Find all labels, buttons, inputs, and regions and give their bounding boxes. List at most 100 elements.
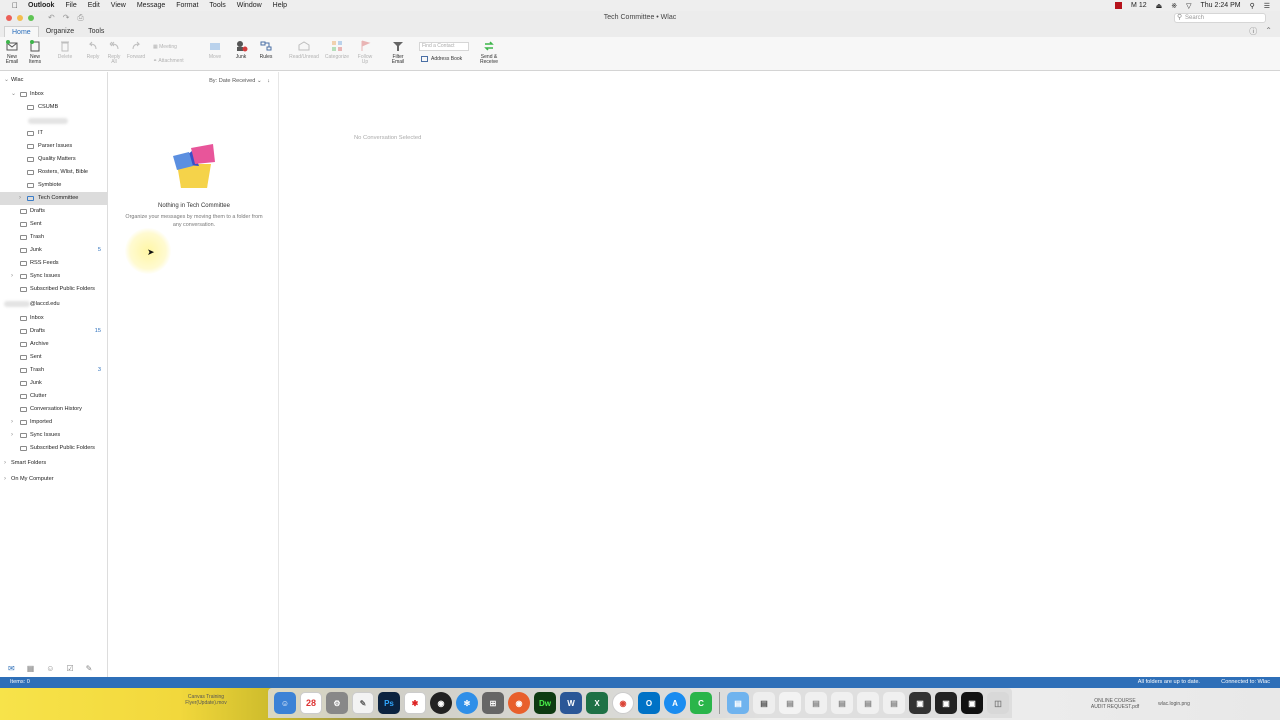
move-button[interactable]: Move — [205, 39, 225, 60]
document-stack-icon-3[interactable]: ▤ — [805, 692, 827, 714]
reply-button[interactable]: Reply — [84, 39, 102, 60]
status-flag-icon[interactable] — [1115, 2, 1123, 9]
document-stack-icon-6[interactable]: ▤ — [883, 692, 905, 714]
document-stack-icon-5[interactable]: ▤ — [857, 692, 879, 714]
desktop-file-wlac-login[interactable]: wlac.login.png — [1148, 701, 1200, 707]
mail-icon[interactable]: ✉ — [8, 664, 15, 673]
document-stack-icon[interactable]: ▤ — [753, 692, 775, 714]
chrome-icon[interactable]: ◉ — [612, 692, 634, 714]
menu-edit[interactable]: Edit — [88, 2, 100, 9]
app-store-icon[interactable]: A — [664, 692, 686, 714]
firefox-icon[interactable]: ◉ — [508, 692, 530, 714]
address-book-button[interactable]: Address Book — [421, 56, 462, 62]
finder-icon[interactable]: ☺ — [274, 692, 296, 714]
menu-window[interactable]: Window — [237, 2, 262, 9]
notes-icon[interactable]: ✎ — [86, 664, 93, 673]
camera-app-icon[interactable]: ◉ — [430, 692, 452, 714]
zoom-window-icon[interactable] — [28, 15, 34, 21]
notification-center-icon[interactable]: ☰ — [1264, 2, 1270, 10]
sidebar-item-rosters[interactable]: Rosters, Wlist, Bible — [0, 166, 107, 179]
chevron-right-icon[interactable]: › — [11, 270, 13, 283]
sidebar-item-parser-issues[interactable]: Parser Issues — [0, 140, 107, 153]
safari-icon[interactable]: ✻ — [456, 692, 478, 714]
sort-direction-icon[interactable]: ↓ — [267, 78, 270, 84]
sidebar-item-it[interactable]: IT — [0, 127, 107, 140]
search-input[interactable]: ⚲ Search — [1174, 13, 1266, 23]
sidebar-item-archive[interactable]: Archive — [0, 338, 107, 351]
junk-button[interactable]: Junk — [231, 39, 251, 60]
menu-help[interactable]: Help — [273, 2, 287, 9]
sidebar-item-junk[interactable]: Junk 5 — [0, 244, 107, 257]
sidebar-item-sync-issues-2[interactable]: › Sync Issues — [0, 429, 107, 442]
sidebar-item-drafts-2[interactable]: Drafts 15 — [0, 325, 107, 338]
calendar-icon[interactable]: ▦ — [27, 664, 35, 673]
minimize-window-icon[interactable] — [17, 15, 23, 21]
window-thumbnail-icon[interactable]: ▣ — [909, 692, 931, 714]
people-icon[interactable]: ☺ — [46, 664, 54, 673]
sidebar-item-sent[interactable]: Sent — [0, 218, 107, 231]
sidebar-item-subscribed-public-folders[interactable]: Subscribed Public Folders — [0, 283, 107, 296]
sidebar-item-inbox[interactable]: ⌄ Inbox — [0, 88, 107, 101]
tasks-icon[interactable]: ☑ — [66, 664, 73, 673]
tab-tools[interactable]: Tools — [81, 26, 111, 37]
menu-message[interactable]: Message — [137, 2, 165, 9]
menu-view[interactable]: View — [111, 2, 126, 9]
delete-button[interactable]: Delete — [55, 39, 75, 60]
chevron-right-icon[interactable]: › — [4, 457, 6, 470]
sidebar-item-drafts[interactable]: Drafts — [0, 205, 107, 218]
outlook-icon[interactable]: O — [638, 692, 660, 714]
desktop-file-canvas-training[interactable]: Canvas Training Flyer(Update).mov — [170, 694, 242, 706]
sort-dropdown[interactable]: By: Date Received ⌄ ↓ — [209, 78, 270, 84]
mail-badge[interactable]: M 12 — [1131, 2, 1147, 9]
send-receive-button[interactable]: Send & Receive — [478, 39, 500, 65]
wifi-icon[interactable]: ▽ — [1186, 2, 1191, 10]
sidebar-item-tech-committee[interactable]: › Tech Committee — [0, 192, 107, 205]
chevron-right-icon[interactable]: › — [19, 192, 21, 205]
help-icon[interactable]: ⓘ — [1249, 26, 1257, 37]
trash-dock-icon[interactable]: ◫ — [987, 692, 1009, 714]
apple-icon[interactable]:  — [12, 1, 18, 10]
undo-icon[interactable]: ↶ — [48, 13, 55, 23]
window-thumbnail-icon-3[interactable]: ▣ — [961, 692, 983, 714]
find-contact-input[interactable]: Find a Contact — [419, 42, 469, 51]
sidebar-item-clutter[interactable]: Clutter — [0, 390, 107, 403]
window-thumbnail-icon-2[interactable]: ▣ — [935, 692, 957, 714]
folder-stack-icon[interactable]: ▤ — [727, 692, 749, 714]
meeting-button[interactable]: ▦ Meeting — [153, 44, 177, 50]
clock[interactable]: Thu 2:24 PM — [1201, 2, 1241, 9]
collapse-ribbon-icon[interactable]: ⌃ — [1265, 26, 1272, 37]
filter-email-button[interactable]: Filter Email — [388, 39, 408, 65]
print-icon[interactable]: ⎙ — [77, 13, 83, 23]
system-preferences-icon[interactable]: ⚙ — [326, 692, 348, 714]
new-email-button[interactable]: New Email — [4, 39, 20, 65]
acrobat-icon[interactable]: ✱ — [404, 692, 426, 714]
spotlight-icon[interactable]: ⚲ — [1250, 2, 1255, 10]
sidebar-item-csumb[interactable]: CSUMB — [0, 101, 107, 114]
chevron-right-icon[interactable]: › — [4, 473, 6, 486]
photoshop-icon[interactable]: Ps — [378, 692, 400, 714]
close-window-icon[interactable] — [6, 15, 12, 21]
camtasia-icon[interactable]: C — [690, 692, 712, 714]
sidebar-item-rss-feeds[interactable]: RSS Feeds — [0, 257, 107, 270]
attachment-button[interactable]: ⚭ Attachment — [153, 58, 184, 64]
textedit-icon[interactable]: ✎ — [352, 692, 374, 714]
calculator-icon[interactable]: ⊞ — [482, 692, 504, 714]
account-laccd[interactable]: @laccd.edu — [0, 298, 107, 311]
excel-icon[interactable]: X — [586, 692, 608, 714]
rules-button[interactable]: Rules — [256, 39, 276, 60]
bluetooth-icon[interactable]: ※ — [1171, 2, 1177, 10]
sidebar-item-smart-folders[interactable]: › Smart Folders — [0, 457, 107, 470]
eject-icon[interactable]: ⏏ — [1156, 2, 1163, 10]
menu-format[interactable]: Format — [176, 2, 198, 9]
sidebar-item-inbox-2[interactable]: Inbox — [0, 312, 107, 325]
tab-home[interactable]: Home — [4, 26, 39, 37]
chevron-right-icon[interactable]: › — [11, 429, 13, 442]
calendar-app-icon[interactable]: 28 — [300, 692, 322, 714]
chevron-right-icon[interactable]: › — [11, 416, 13, 429]
sidebar-item-trash-2[interactable]: Trash 3 — [0, 364, 107, 377]
desktop-file-audit-request[interactable]: ONLINE COURSE AUDIT REQUEST.pdf — [1080, 698, 1150, 710]
chevron-down-icon[interactable]: ⌄ — [11, 88, 16, 101]
forward-button[interactable]: Forward — [125, 39, 147, 60]
read-unread-button[interactable]: Read/Unread — [287, 39, 321, 60]
sidebar-item-trash[interactable]: Trash — [0, 231, 107, 244]
